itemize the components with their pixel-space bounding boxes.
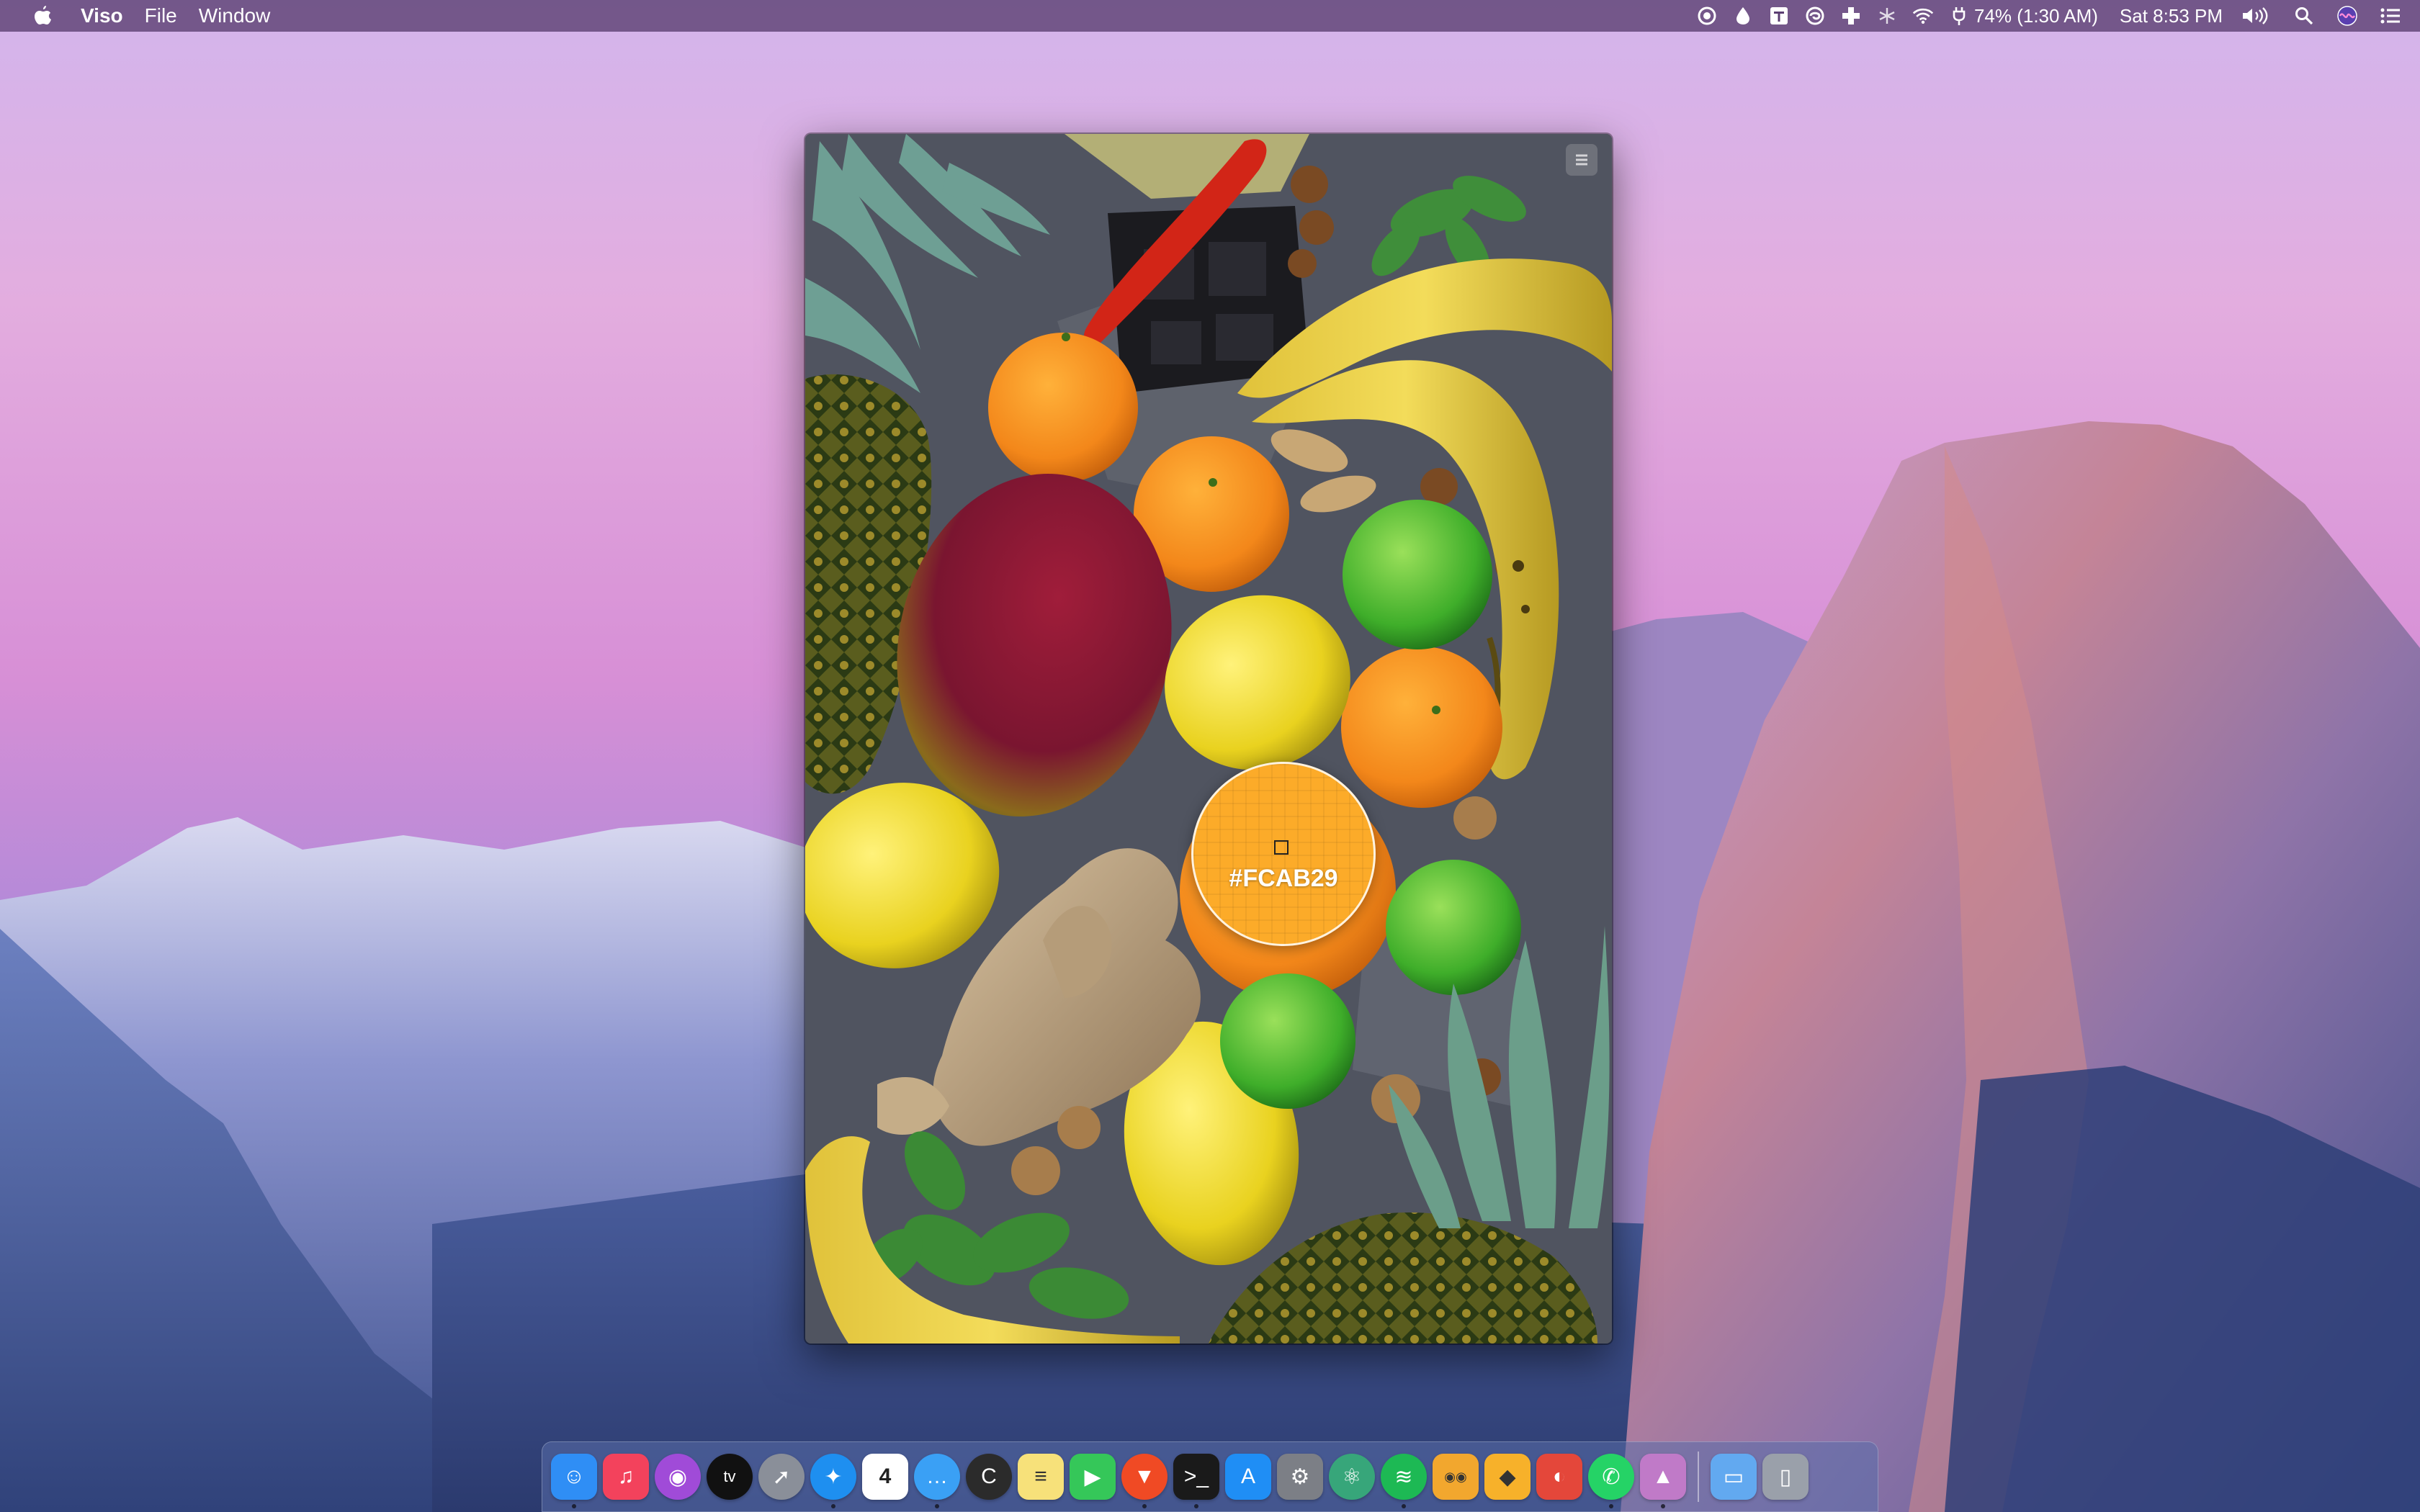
app-store-glyph: A xyxy=(1240,1464,1255,1488)
brave-lion-icon[interactable]: ▼ xyxy=(1121,1454,1168,1508)
parrot-glyph: ◐ xyxy=(1552,1464,1567,1488)
color-picker-loupe[interactable]: #FCAB29 xyxy=(1191,762,1376,946)
safari-compass-glyph: ✦ xyxy=(824,1464,843,1489)
record-icon[interactable] xyxy=(1696,5,1718,27)
dock-separator xyxy=(1698,1452,1699,1502)
trash-glyph: ▯ xyxy=(1779,1464,1792,1489)
siri-icon[interactable] xyxy=(2336,5,2358,27)
facetime-icon[interactable]: ▶ xyxy=(1070,1454,1116,1500)
gear-glyph: ⚙ xyxy=(1290,1464,1310,1489)
plus-cross-icon[interactable] xyxy=(1840,5,1862,27)
app-menu-viso[interactable]: Viso xyxy=(81,4,123,27)
c-letter-icon[interactable]: C xyxy=(966,1454,1012,1500)
folder-icon[interactable]: ▭ xyxy=(1711,1454,1757,1500)
power-plug-icon[interactable] xyxy=(1948,5,1970,27)
picked-color-hex-label[interactable]: #FCAB29 xyxy=(1193,865,1373,893)
atom-glyph: ⚛ xyxy=(1342,1464,1362,1489)
brave-lion-glyph: ▼ xyxy=(1134,1464,1155,1488)
whatsapp-icon[interactable]: ✆ xyxy=(1588,1454,1634,1508)
rocket-glyph: ➚ xyxy=(772,1464,791,1489)
desktop: Viso File Window 74% (1:30 AM) Sat 8:53 … xyxy=(0,0,2420,1512)
running-indicator xyxy=(1402,1504,1406,1508)
running-indicator xyxy=(1661,1504,1665,1508)
menu-window[interactable]: Window xyxy=(199,4,271,27)
atom-icon[interactable]: ⚛ xyxy=(1329,1454,1375,1500)
swirl-icon[interactable] xyxy=(1804,5,1826,27)
spotify-icon[interactable]: ≋ xyxy=(1381,1454,1427,1508)
music-glyph: ♫ xyxy=(617,1464,635,1488)
parrot-icon[interactable]: ◐ xyxy=(1536,1454,1582,1500)
menu-bar: Viso File Window 74% (1:30 AM) Sat 8:53 … xyxy=(0,0,2420,32)
music-icon[interactable]: ♫ xyxy=(603,1454,649,1500)
notes-glyph: ≡ xyxy=(1034,1464,1047,1488)
window-handle-icon[interactable] xyxy=(1566,144,1597,176)
notification-center-icon[interactable] xyxy=(2380,5,2401,27)
finder-icon[interactable]: ☺ xyxy=(551,1454,597,1508)
calendar-icon[interactable]: 4 xyxy=(862,1454,908,1500)
glasses-face-icon[interactable]: ◉◉ xyxy=(1433,1454,1479,1500)
running-indicator xyxy=(1142,1504,1147,1508)
viso-landscape-glyph: ▲ xyxy=(1652,1464,1674,1488)
terminal-icon[interactable]: >_ xyxy=(1173,1454,1219,1508)
apple-tv-glyph: tv xyxy=(723,1467,736,1485)
menu-file[interactable]: File xyxy=(145,4,177,27)
calendar-glyph: 4 xyxy=(879,1464,892,1488)
running-indicator xyxy=(1194,1504,1198,1508)
chat-bubble-glyph: … xyxy=(926,1464,948,1488)
chat-bubble-icon[interactable]: … xyxy=(914,1454,960,1508)
spotify-glyph: ≋ xyxy=(1394,1464,1413,1489)
safari-compass-icon[interactable]: ✦ xyxy=(810,1454,856,1508)
gear-icon[interactable]: ⚙ xyxy=(1277,1454,1323,1500)
viso-window[interactable]: #FCAB29 xyxy=(805,134,1612,1344)
wifi-icon[interactable] xyxy=(1912,5,1934,27)
dock: ☺ ♫ ◉ tv ➚ ✦ 4 … C ≡ ▶ ▼ >_ A ⚙ ⚛ ≋ ◉◉ ◆ ◐ ✆ ▲ ▭ ▯ xyxy=(542,1441,1878,1512)
rocket-icon[interactable]: ➚ xyxy=(758,1454,805,1500)
snowflake-icon[interactable] xyxy=(1876,5,1898,27)
sketch-diamond-icon[interactable]: ◆ xyxy=(1484,1454,1531,1500)
folder-glyph: ▭ xyxy=(1723,1464,1744,1489)
podcasts-icon[interactable]: ◉ xyxy=(655,1454,701,1500)
running-indicator xyxy=(935,1504,939,1508)
terminal-glyph: >_ xyxy=(1183,1464,1209,1488)
fruit-photo[interactable] xyxy=(805,134,1612,1344)
facetime-glyph: ▶ xyxy=(1084,1464,1101,1489)
trash-icon[interactable]: ▯ xyxy=(1762,1454,1809,1500)
pixel-target-marker xyxy=(1274,840,1289,855)
drop-icon[interactable] xyxy=(1732,5,1754,27)
apple-menu-icon[interactable] xyxy=(22,5,65,27)
apple-tv-icon[interactable]: tv xyxy=(707,1454,753,1500)
podcasts-glyph: ◉ xyxy=(668,1464,688,1489)
volume-icon[interactable] xyxy=(2240,5,2272,27)
clock-text[interactable]: Sat 8:53 PM xyxy=(2120,5,2223,27)
text-t-icon[interactable] xyxy=(1768,5,1790,27)
viso-landscape-icon[interactable]: ▲ xyxy=(1640,1454,1686,1508)
spotlight-search-icon[interactable] xyxy=(2293,5,2315,27)
running-indicator xyxy=(1609,1504,1613,1508)
running-indicator xyxy=(831,1504,835,1508)
whatsapp-glyph: ✆ xyxy=(1602,1464,1621,1489)
c-letter-glyph: C xyxy=(981,1464,997,1488)
app-store-icon[interactable]: A xyxy=(1225,1454,1271,1500)
sketch-diamond-glyph: ◆ xyxy=(1499,1464,1516,1489)
running-indicator xyxy=(572,1504,576,1508)
notes-icon[interactable]: ≡ xyxy=(1018,1454,1064,1500)
battery-status-text[interactable]: 74% (1:30 AM) xyxy=(1974,5,2098,27)
glasses-face-glyph: ◉◉ xyxy=(1444,1469,1467,1484)
finder-glyph: ☺ xyxy=(563,1464,586,1488)
